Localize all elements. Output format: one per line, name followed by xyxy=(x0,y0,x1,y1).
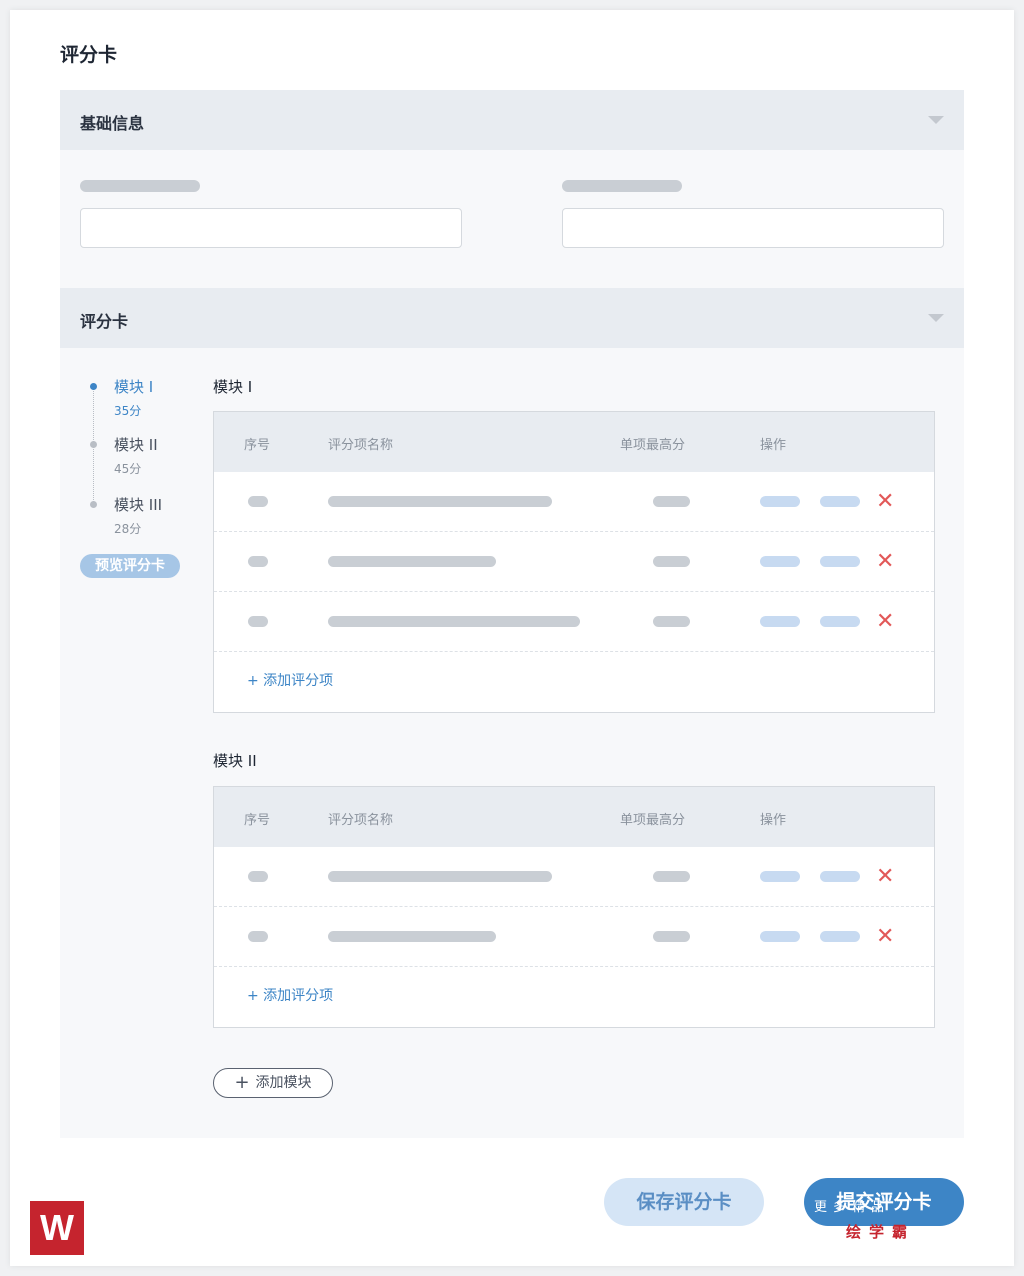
name-placeholder xyxy=(328,496,552,507)
plus-icon: + xyxy=(234,1072,250,1093)
preview-scorecard-button[interactable]: 预览评分卡 xyxy=(80,554,180,578)
watermark-bottom: 绘学霸 xyxy=(846,1223,916,1241)
basic-info-body xyxy=(60,150,964,288)
basic-info-input-1[interactable] xyxy=(80,208,462,248)
table-row: ✕ xyxy=(214,472,934,532)
nav-item-module-1[interactable]: 模块 I 35分 xyxy=(114,376,224,419)
index-placeholder xyxy=(248,871,268,882)
scorecard-page: 评分卡 基础信息 评分卡 模块 I 35分 模块 II 45分 模块 III 2… xyxy=(10,10,1014,1266)
nav-item-name: 模块 I xyxy=(114,378,154,396)
nav-item-module-2[interactable]: 模块 II 45分 xyxy=(114,434,224,477)
close-icon[interactable]: ✕ xyxy=(876,925,894,949)
score-placeholder xyxy=(653,496,690,507)
table-row: ✕ xyxy=(214,907,934,967)
close-icon[interactable]: ✕ xyxy=(876,610,894,634)
page-title: 评分卡 xyxy=(60,44,118,66)
nav-item-score: 35分 xyxy=(114,404,142,418)
index-placeholder xyxy=(248,556,268,567)
nav-item-score: 45分 xyxy=(114,462,142,476)
table-header: 序号 评分项名称 单项最高分 操作 xyxy=(214,787,934,847)
edit-action[interactable] xyxy=(760,496,800,507)
scorecard-header[interactable]: 评分卡 xyxy=(60,288,964,348)
index-placeholder xyxy=(248,496,268,507)
col-max-score: 单项最高分 xyxy=(620,438,686,453)
name-placeholder xyxy=(328,556,496,567)
watermark: 更多精品 绘学霸 xyxy=(810,1196,970,1246)
table-header: 序号 评分项名称 单项最高分 操作 xyxy=(214,412,934,472)
field-label-placeholder xyxy=(562,180,682,192)
col-index: 序号 xyxy=(244,813,271,828)
module-1-table: 序号 评分项名称 单项最高分 操作 ✕ ✕ ✕ + 添加评分项 xyxy=(213,411,935,713)
table-row: ✕ xyxy=(214,847,934,907)
chevron-down-icon[interactable] xyxy=(928,314,944,322)
add-item-button[interactable]: + 添加评分项 xyxy=(214,967,934,1026)
name-placeholder xyxy=(328,931,496,942)
col-actions: 操作 xyxy=(760,438,787,453)
move-action[interactable] xyxy=(820,556,860,567)
move-action[interactable] xyxy=(820,931,860,942)
move-action[interactable] xyxy=(820,616,860,627)
module-title: 模块 I xyxy=(213,378,253,396)
add-module-button[interactable]: + 添加模块 xyxy=(213,1068,333,1098)
edit-action[interactable] xyxy=(760,871,800,882)
nav-item-score: 28分 xyxy=(114,522,142,536)
add-item-button[interactable]: + 添加评分项 xyxy=(214,652,934,711)
name-placeholder xyxy=(328,616,580,627)
basic-info-header[interactable]: 基础信息 xyxy=(60,90,964,150)
col-index: 序号 xyxy=(244,438,271,453)
brand-logo: W xyxy=(30,1201,84,1255)
col-name: 评分项名称 xyxy=(328,438,394,453)
logo-letter: W xyxy=(40,1207,74,1248)
score-placeholder xyxy=(653,871,690,882)
edit-action[interactable] xyxy=(760,556,800,567)
module-2-table: 序号 评分项名称 单项最高分 操作 ✕ ✕ + 添加评分项 xyxy=(213,786,935,1028)
basic-info-input-2[interactable] xyxy=(562,208,944,248)
table-row: ✕ xyxy=(214,532,934,592)
module-title: 模块 II xyxy=(213,752,257,770)
watermark-top: 更多精品 xyxy=(814,1200,891,1215)
col-actions: 操作 xyxy=(760,813,787,828)
score-placeholder xyxy=(653,556,690,567)
col-max-score: 单项最高分 xyxy=(620,813,686,828)
scorecard-body: 模块 I 35分 模块 II 45分 模块 III 28分 预览评分卡 模块 I… xyxy=(60,348,964,1138)
table-row: ✕ xyxy=(214,592,934,652)
nav-item-name: 模块 III xyxy=(114,496,163,514)
index-placeholder xyxy=(248,616,268,627)
close-icon[interactable]: ✕ xyxy=(876,865,894,889)
nav-dot xyxy=(90,501,97,508)
chevron-down-icon[interactable] xyxy=(928,116,944,124)
save-scorecard-button[interactable]: 保存评分卡 xyxy=(604,1178,764,1226)
nav-dot xyxy=(90,441,97,448)
field-label-placeholder xyxy=(80,180,200,192)
edit-action[interactable] xyxy=(760,616,800,627)
score-placeholder xyxy=(653,616,690,627)
nav-dot-active xyxy=(90,383,97,390)
score-placeholder xyxy=(653,931,690,942)
scorecard-title: 评分卡 xyxy=(80,312,129,331)
add-module-label: 添加模块 xyxy=(255,1075,312,1091)
name-placeholder xyxy=(328,871,552,882)
edit-action[interactable] xyxy=(760,931,800,942)
index-placeholder xyxy=(248,931,268,942)
nav-item-name: 模块 II xyxy=(114,436,158,454)
basic-info-title: 基础信息 xyxy=(80,114,145,133)
move-action[interactable] xyxy=(820,871,860,882)
nav-item-module-3[interactable]: 模块 III 28分 xyxy=(114,494,224,537)
close-icon[interactable]: ✕ xyxy=(876,550,894,574)
col-name: 评分项名称 xyxy=(328,813,394,828)
move-action[interactable] xyxy=(820,496,860,507)
close-icon[interactable]: ✕ xyxy=(876,490,894,514)
